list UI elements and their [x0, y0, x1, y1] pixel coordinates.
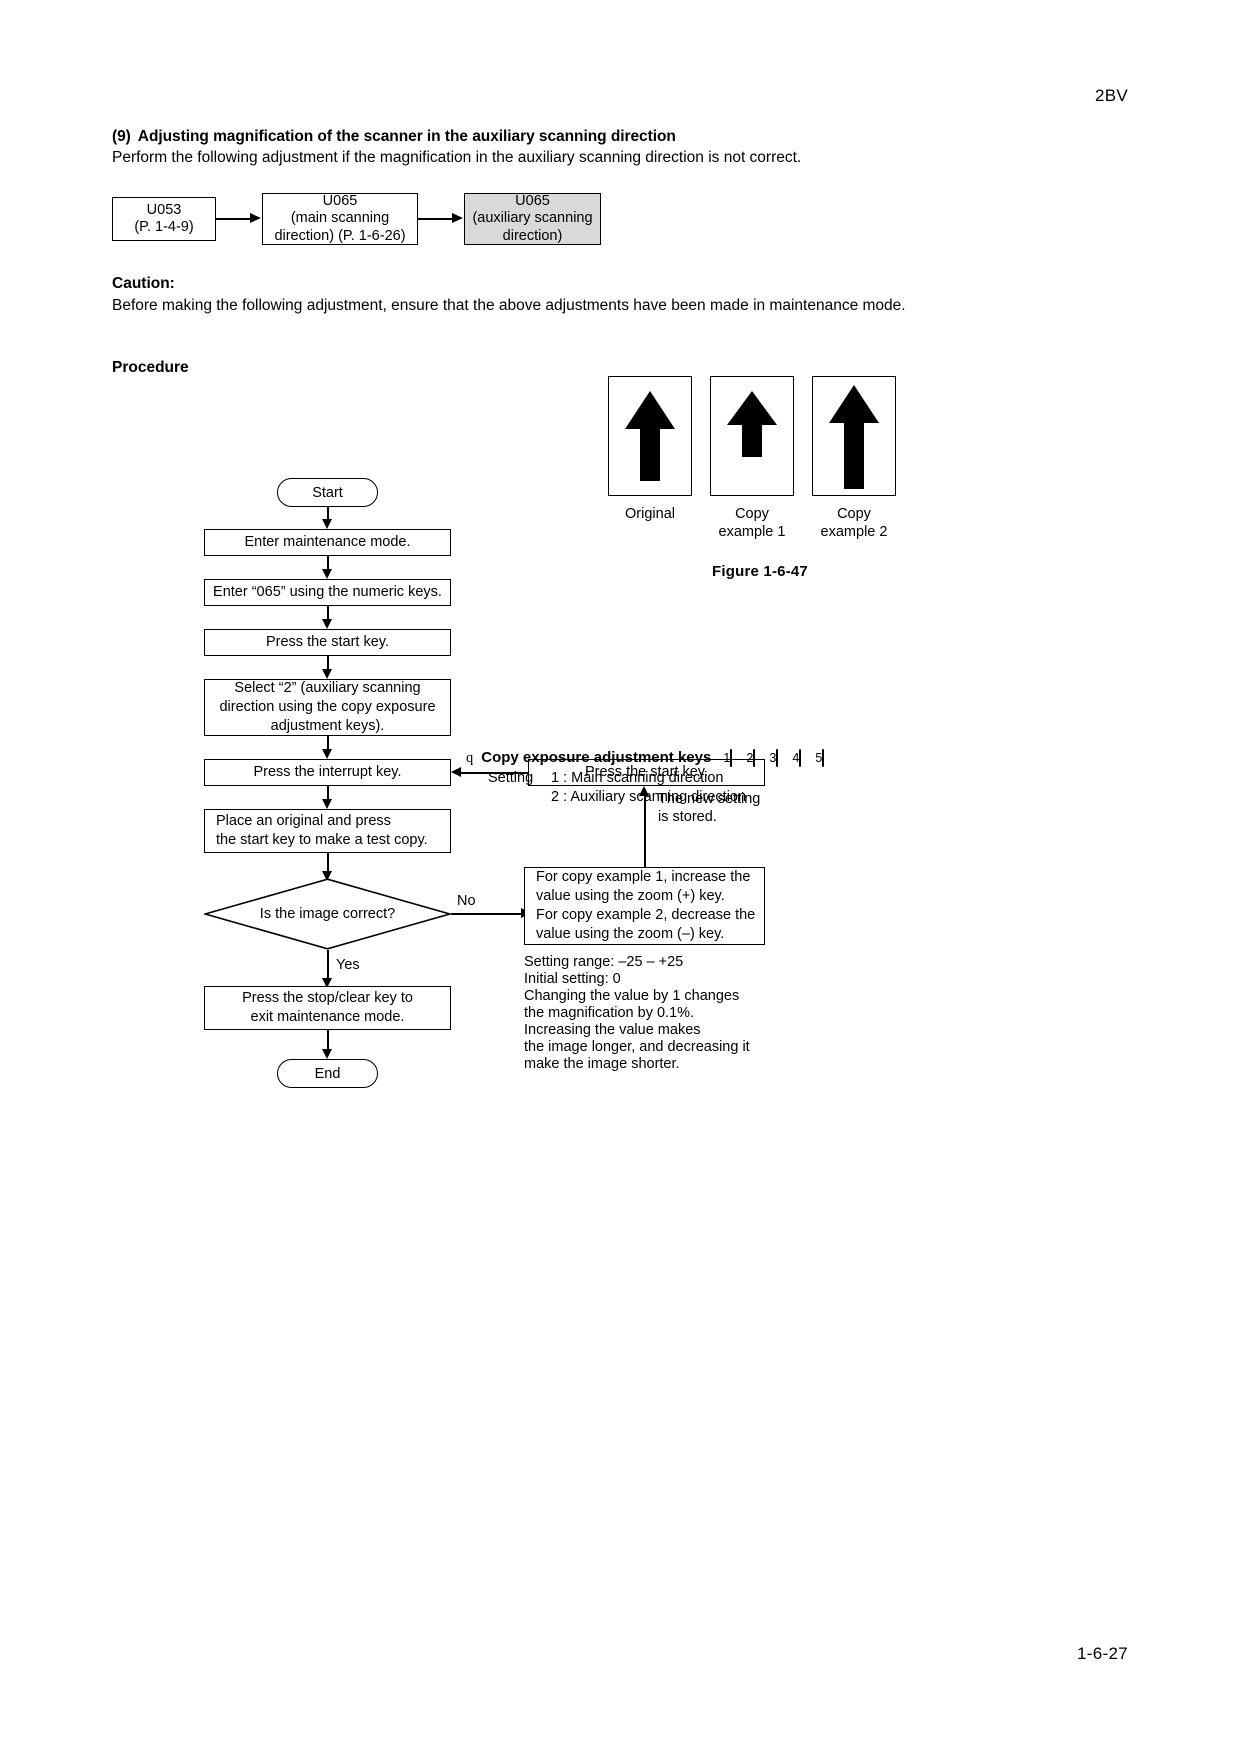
flow-arrow-icon-8 [322, 1049, 332, 1059]
flow-edge-label-no: No [457, 893, 476, 909]
flow-step-place-original-l2: the start key to make a test copy. [216, 832, 428, 848]
flow-end-label: End [314, 1065, 341, 1082]
flow-step-select-2-l2: direction using the copy exposure [219, 699, 436, 715]
flow-step-enter-maintenance-mode-label: Enter maintenance mode. [244, 534, 411, 550]
flow-step-adjust-l4: value using the zoom (–) key. [536, 926, 725, 942]
note-setting-range: Setting range: –25 – +25 Initial setting… [524, 954, 750, 1072]
copy-exposure-key-5[interactable]: 5 [811, 749, 828, 767]
flow-step-press-interrupt-key-label: Press the interrupt key. [253, 764, 402, 780]
note-new-setting-stored: The new setting is stored. [658, 790, 760, 826]
flow-step-place-original-l1: Place an original and press [216, 813, 391, 829]
flow-arrow-icon-6 [322, 799, 332, 809]
flow-arrow-icon-5 [322, 749, 332, 759]
note-new-setting-stored-l1: The new setting [658, 791, 761, 807]
copy-exposure-key-5-indicator-icon[interactable] [822, 749, 825, 767]
procedure-flowchart: Start Enter maintenance mode. Enter “065… [0, 0, 1240, 1752]
note-new-setting-stored-l2: is stored. [658, 809, 717, 825]
callout-bullet-marker: q [466, 750, 474, 766]
flow-edge-label-yes: Yes [336, 957, 360, 973]
flow-arrow-icon-10 [451, 767, 461, 777]
flow-step-select-2: Select “2” (auxiliary scanning direction… [204, 679, 451, 736]
copy-exposure-keys-callout: q Copy exposure adjustment keys 1 2 3 4 … [466, 749, 828, 807]
flow-arrow-icon-1 [322, 519, 332, 529]
flow-step-enter-maintenance-mode: Enter maintenance mode. [204, 529, 451, 556]
flow-step-adjust-l3: For copy example 2, decrease the [536, 907, 756, 923]
flow-step-enter-065: Enter “065” using the numeric keys. [204, 579, 451, 606]
copy-exposure-key-2-indicator-icon[interactable] [753, 749, 756, 767]
copy-exposure-key-2[interactable]: 2 [742, 749, 759, 767]
flow-step-press-start-key-1: Press the start key. [204, 629, 451, 656]
copy-exposure-key-indicator-group[interactable]: 1 2 3 4 5 [719, 749, 828, 767]
copy-exposure-key-1[interactable]: 1 [719, 749, 736, 767]
flow-step-place-original: Place an original and press the start ke… [204, 809, 451, 853]
flow-connector-no [451, 913, 526, 915]
flow-end-terminator: End [277, 1059, 378, 1088]
callout-setting-option-1: 1 : Main scanning direction [551, 770, 724, 786]
flow-start-label: Start [312, 484, 343, 501]
flow-step-select-2-l1: Select “2” (auxiliary scanning [234, 680, 421, 696]
flow-step-adjust-l2: value using the zoom (+) key. [536, 888, 725, 904]
flow-decision-image-correct: Is the image correct? [202, 878, 453, 950]
flow-step-press-stop-clear-l2: exit maintenance mode. [250, 1009, 405, 1025]
copy-exposure-key-4[interactable]: 4 [788, 749, 805, 767]
flow-arrow-icon-2 [322, 569, 332, 579]
flow-arrow-icon-4 [322, 669, 332, 679]
callout-setting-row-1: Setting 1 : Main scanning direction [488, 769, 828, 788]
flow-step-enter-065-label: Enter “065” using the numeric keys. [213, 584, 442, 600]
flow-step-press-start-key-1-label: Press the start key. [265, 634, 390, 650]
copy-exposure-key-4-indicator-icon[interactable] [799, 749, 802, 767]
flow-decision-text: Is the image correct? [259, 906, 396, 922]
flow-step-select-2-l3: adjustment keys). [270, 718, 385, 734]
flow-arrow-icon-3 [322, 619, 332, 629]
callout-setting-label: Setting [488, 770, 534, 786]
flow-step-press-stop-clear-l1: Press the stop/clear key to [242, 990, 413, 1006]
flow-step-adjust-l1: For copy example 1, increase the [536, 869, 751, 885]
flow-step-press-stop-clear: Press the stop/clear key to exit mainten… [204, 986, 451, 1030]
callout-title: Copy exposure adjustment keys [481, 749, 712, 766]
flow-decision-label: Is the image correct? [204, 906, 451, 922]
callout-setting-spacer [488, 788, 551, 807]
flow-step-adjust-value: For copy example 1, increase the value u… [524, 867, 765, 945]
copy-exposure-key-3[interactable]: 3 [765, 749, 782, 767]
flow-start-terminator: Start [277, 478, 378, 507]
copy-exposure-key-3-indicator-icon[interactable] [776, 749, 779, 767]
flow-step-press-interrupt-key: Press the interrupt key. [204, 759, 451, 786]
copy-exposure-key-1-indicator-icon[interactable] [730, 749, 733, 767]
